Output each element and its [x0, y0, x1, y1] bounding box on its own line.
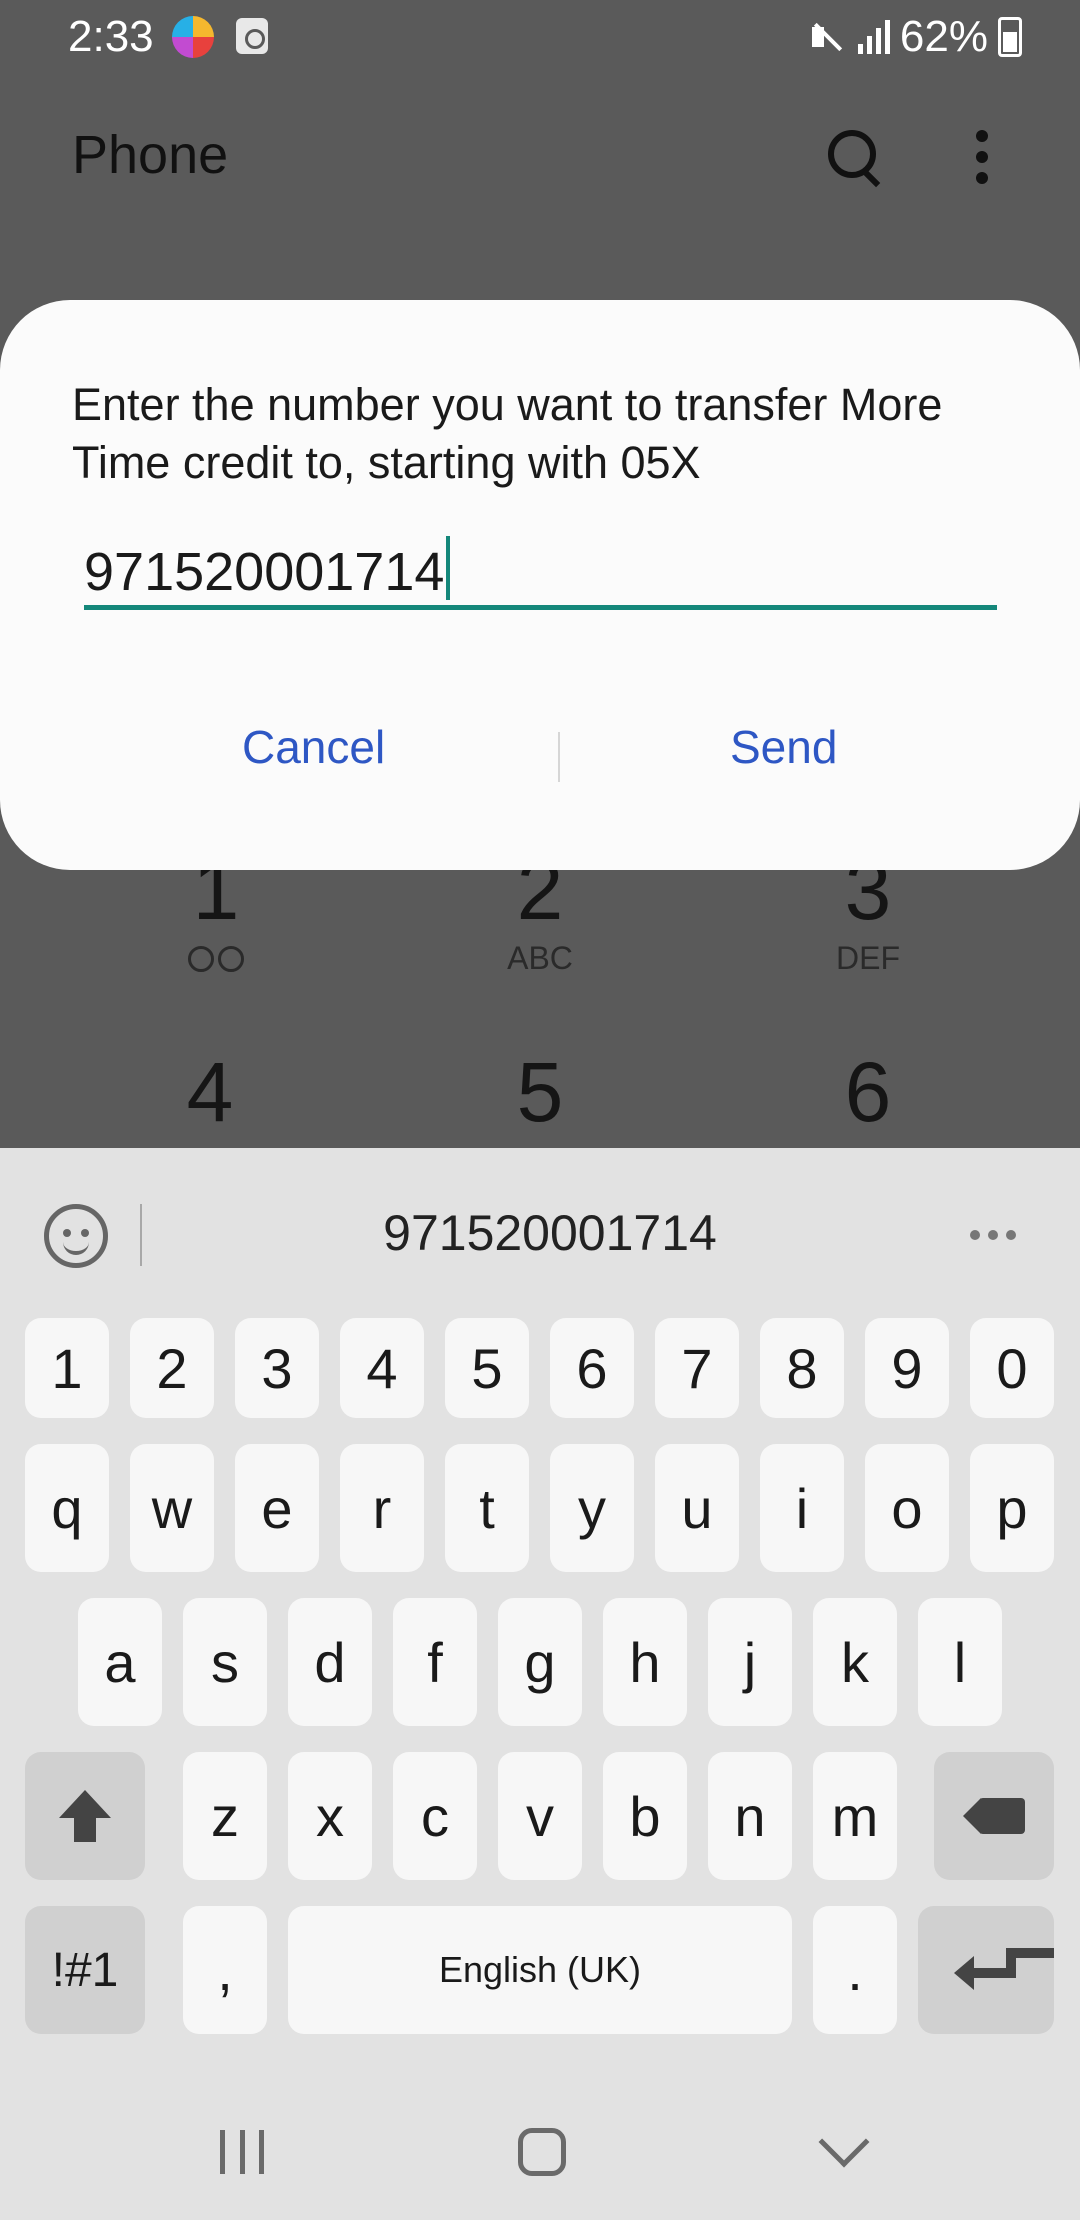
key-e[interactable]: e [235, 1444, 319, 1572]
key-t[interactable]: t [445, 1444, 529, 1572]
button-divider [558, 732, 560, 782]
key-n[interactable]: n [708, 1752, 792, 1880]
toolbar-divider [140, 1204, 142, 1266]
voicemail-icon [188, 946, 244, 972]
status-indicators: 62% [808, 12, 1022, 62]
key-d[interactable]: d [288, 1598, 372, 1726]
mute-icon [808, 17, 848, 57]
phone-number-value: 971520001714 [84, 542, 445, 602]
key-u[interactable]: u [655, 1444, 739, 1572]
key-p[interactable]: p [970, 1444, 1054, 1572]
comma-key[interactable]: , [183, 1906, 267, 2034]
search-icon[interactable] [826, 128, 882, 184]
backspace-icon [963, 1798, 1025, 1834]
phone-number-input[interactable]: 971520001714 [84, 528, 997, 610]
key-w[interactable]: w [130, 1444, 214, 1572]
browser-app-icon [172, 16, 214, 58]
status-time: 2:33 [68, 12, 154, 61]
status-bar: 2:33 62% [0, 0, 1080, 72]
emoji-toggle-icon[interactable] [44, 1204, 108, 1268]
more-icon[interactable] [970, 1230, 1020, 1242]
signal-icon [857, 20, 890, 54]
key-f[interactable]: f [393, 1598, 477, 1726]
recent-apps-icon[interactable] [220, 2130, 264, 2174]
dial-key-5[interactable]: 5 [440, 1050, 640, 1134]
page-title: Phone [72, 125, 229, 185]
dial-key-6[interactable]: 6 [768, 1050, 968, 1134]
key-a[interactable]: a [78, 1598, 162, 1726]
key-1[interactable]: 1 [25, 1318, 109, 1418]
key-0[interactable]: 0 [970, 1318, 1054, 1418]
backspace-key[interactable] [934, 1752, 1054, 1880]
key-b[interactable]: b [603, 1752, 687, 1880]
key-c[interactable]: c [393, 1752, 477, 1880]
key-k[interactable]: k [813, 1598, 897, 1726]
key-m[interactable]: m [813, 1752, 897, 1880]
key-8[interactable]: 8 [760, 1318, 844, 1418]
enter-key[interactable] [918, 1906, 1054, 2034]
home-icon[interactable] [518, 2128, 566, 2176]
key-2[interactable]: 2 [130, 1318, 214, 1418]
key-g[interactable]: g [498, 1598, 582, 1726]
key-6[interactable]: 6 [550, 1318, 634, 1418]
key-y[interactable]: y [550, 1444, 634, 1572]
dial-key-4[interactable]: 4 [110, 1050, 310, 1134]
key-v[interactable]: v [498, 1752, 582, 1880]
screen-recorder-icon [236, 18, 268, 54]
enter-icon [954, 1948, 1018, 1992]
key-z[interactable]: z [183, 1752, 267, 1880]
dialog-message: Enter the number you want to transfer Mo… [72, 379, 943, 488]
battery-icon [998, 17, 1022, 57]
key-7[interactable]: 7 [655, 1318, 739, 1418]
key-l[interactable]: l [918, 1598, 1002, 1726]
suggestion-chip[interactable]: 971520001714 [200, 1204, 900, 1262]
text-cursor [446, 536, 451, 600]
battery-percent: 62% [899, 12, 988, 61]
transfer-credit-dialog: Enter the number you want to transfer Mo… [0, 300, 1080, 870]
symbols-key[interactable]: !#1 [25, 1906, 145, 2034]
shift-icon [59, 1790, 111, 1842]
key-s[interactable]: s [183, 1598, 267, 1726]
key-i[interactable]: i [760, 1444, 844, 1572]
cancel-button[interactable]: Cancel [242, 720, 385, 774]
key-j[interactable]: j [708, 1598, 792, 1726]
key-h[interactable]: h [603, 1598, 687, 1726]
key-5[interactable]: 5 [445, 1318, 529, 1418]
key-3[interactable]: 3 [235, 1318, 319, 1418]
send-button[interactable]: Send [730, 720, 837, 774]
more-options-icon[interactable] [970, 130, 994, 184]
shift-key[interactable] [25, 1752, 145, 1880]
key-4[interactable]: 4 [340, 1318, 424, 1418]
space-bar[interactable]: English (UK) [288, 1906, 792, 2034]
key-r[interactable]: r [340, 1444, 424, 1572]
key-o[interactable]: o [865, 1444, 949, 1572]
key-q[interactable]: q [25, 1444, 109, 1572]
key-9[interactable]: 9 [865, 1318, 949, 1418]
key-x[interactable]: x [288, 1752, 372, 1880]
period-key[interactable]: . [813, 1906, 897, 2034]
